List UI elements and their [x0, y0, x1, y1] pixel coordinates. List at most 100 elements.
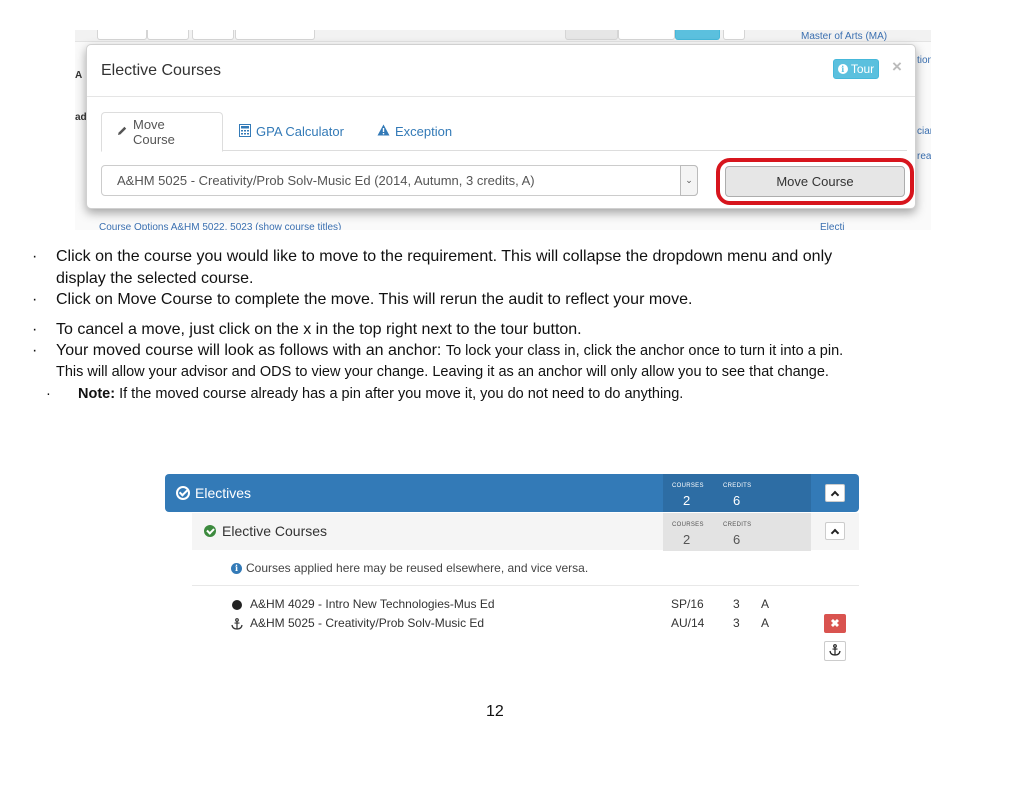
- course-grade: A: [761, 597, 770, 611]
- instruction-text: To cancel a move, just click on the x in…: [56, 321, 582, 338]
- background-button: [192, 30, 234, 40]
- credits-value: 6: [733, 493, 741, 508]
- chevron-up-icon: [830, 528, 840, 537]
- instruction-item: · Click on the course you would like to …: [32, 246, 833, 290]
- course-row: A&HM 4029 - Intro New Technologies-Mus E…: [231, 597, 861, 613]
- highlight-circle: Move Course: [716, 158, 914, 205]
- instruction-text: Your moved course will look as follows w…: [56, 342, 446, 359]
- background-button: [147, 30, 189, 40]
- modal-screenshot: Master of Arts (MA) A ad tion ciar rea C…: [75, 30, 931, 230]
- course-row: A&HM 5025 - Creativity/Prob Solv-Music E…: [231, 616, 861, 632]
- background-button: [565, 30, 618, 40]
- page-number: 12: [486, 703, 504, 720]
- course-term: AU/14: [671, 616, 705, 630]
- calculator-icon: [239, 123, 251, 140]
- background-text-fragment: ciar: [917, 126, 931, 137]
- pencil-icon: [116, 125, 128, 140]
- anchor-icon[interactable]: [231, 618, 243, 633]
- warning-icon: [377, 124, 390, 139]
- anchor-button[interactable]: [824, 641, 846, 661]
- electives-header[interactable]: Electives COURSES 2 CREDITS 6: [165, 474, 859, 512]
- background-button: [97, 30, 147, 40]
- instruction-item: · Click on Move Course to complete the m…: [32, 289, 693, 311]
- bullet-dot: ·: [32, 342, 38, 359]
- close-icon: ✖: [830, 618, 840, 630]
- bullet-dot: ·: [32, 321, 38, 338]
- course-grade: A: [761, 616, 770, 630]
- note-label: Note:: [78, 386, 116, 402]
- check-circle-icon: [176, 486, 190, 500]
- background-text-fragment: tion: [917, 55, 931, 66]
- anchor-icon: [829, 643, 841, 659]
- tab-gpa-calculator[interactable]: GPA Calculator: [225, 112, 358, 151]
- collapse-electives-button[interactable]: [825, 484, 845, 502]
- course-name: A&HM 5025 - Creativity/Prob Solv-Music E…: [250, 616, 485, 630]
- move-course-button[interactable]: Move Course: [725, 166, 905, 197]
- course-select-dropdown[interactable]: A&HM 5025 - Creativity/Prob Solv-Music E…: [101, 165, 698, 196]
- bullet-dot: ·: [32, 291, 38, 308]
- course-select-value: A&HM 5025 - Creativity/Prob Solv-Music E…: [117, 173, 535, 188]
- dot-icon: [231, 599, 243, 613]
- instruction-item: · Note: If the moved course already has …: [46, 383, 684, 405]
- divider: [192, 585, 859, 586]
- tab-label: GPA Calculator: [256, 124, 344, 139]
- course-term: SP/16: [671, 597, 704, 611]
- background-text-fragment: A: [75, 70, 83, 81]
- background-button: [723, 30, 745, 40]
- courses-value: 2: [683, 532, 691, 547]
- chevron-up-icon: [830, 490, 840, 499]
- credits-value: 6: [733, 532, 741, 547]
- tour-button-label: Tour: [850, 62, 875, 76]
- tab-label: Exception: [395, 124, 453, 139]
- modal-header: Elective Courses i Tour ×: [87, 45, 915, 97]
- instruction-text: Click on Move Course to complete the mov…: [56, 291, 693, 308]
- check-circle-icon: [204, 525, 216, 537]
- elective-courses-title: Elective Courses: [222, 523, 328, 539]
- bullet-dot: ·: [46, 386, 51, 402]
- close-icon[interactable]: ×: [892, 57, 902, 77]
- instruction-text: If the moved course already has a pin af…: [115, 386, 684, 402]
- instruction-text: This will allow your advisor and ODS to …: [56, 364, 829, 380]
- modal-tabs: Move Course GPA Calculator Exception: [101, 112, 907, 152]
- courses-label: COURSES: [672, 522, 704, 528]
- instruction-item: · To cancel a move, just click on the x …: [32, 319, 582, 341]
- tab-move-course[interactable]: Move Course: [101, 112, 223, 152]
- courses-label: COURSES: [672, 483, 704, 489]
- tab-exception[interactable]: Exception: [363, 112, 466, 151]
- tour-button[interactable]: i Tour: [833, 59, 879, 79]
- instruction-text: display the selected course.: [56, 270, 254, 287]
- courses-value: 2: [683, 493, 691, 508]
- remove-move-button[interactable]: ✖: [824, 614, 846, 633]
- modal-title: Elective Courses: [101, 62, 222, 79]
- instruction-item: · Your moved course will look as follows…: [32, 340, 844, 382]
- instruction-text: Click on the course you would like to mo…: [56, 248, 833, 265]
- chevron-down-icon[interactable]: ⌄: [680, 165, 698, 196]
- electives-title: Electives: [195, 485, 252, 501]
- course-name: A&HM 4029 - Intro New Technologies-Mus E…: [250, 597, 495, 611]
- elective-courses-modal: Elective Courses i Tour × Move Course GP…: [86, 44, 916, 209]
- instruction-text: To lock your class in, click the anchor …: [445, 343, 844, 359]
- reuse-note-text: Courses applied here may be reused elsew…: [246, 561, 589, 575]
- reuse-note: i Courses applied here may be reused els…: [231, 561, 588, 575]
- background-text-fragment: ad: [75, 112, 87, 123]
- course-credits: 3: [733, 616, 740, 630]
- electives-screenshot: Electives COURSES 2 CREDITS 6 Elective C…: [165, 460, 865, 670]
- info-icon: i: [231, 562, 242, 574]
- elective-courses-stats: COURSES 2 CREDITS 6: [663, 513, 811, 551]
- bullet-dot: ·: [32, 248, 38, 265]
- background-button: [618, 30, 675, 40]
- background-text-fragment: rea: [917, 151, 931, 162]
- course-credits: 3: [733, 597, 740, 611]
- info-icon: i: [837, 64, 848, 74]
- credits-label: CREDITS: [723, 522, 752, 528]
- background-button: [235, 30, 315, 40]
- credits-label: CREDITS: [723, 483, 752, 489]
- tab-label: Move Course: [133, 117, 175, 147]
- background-button: [675, 30, 720, 40]
- background-electives-link: Electi: [820, 222, 845, 230]
- background-degree-link: Master of Arts (MA): [801, 31, 888, 42]
- background-course-options-link: Course Options A&HM 5022, 5023 (show cou…: [99, 222, 342, 230]
- electives-stats: COURSES 2 CREDITS 6: [663, 474, 811, 512]
- elective-courses-header[interactable]: Elective Courses COURSES 2 CREDITS 6: [192, 513, 859, 551]
- collapse-elective-courses-button[interactable]: [825, 522, 845, 540]
